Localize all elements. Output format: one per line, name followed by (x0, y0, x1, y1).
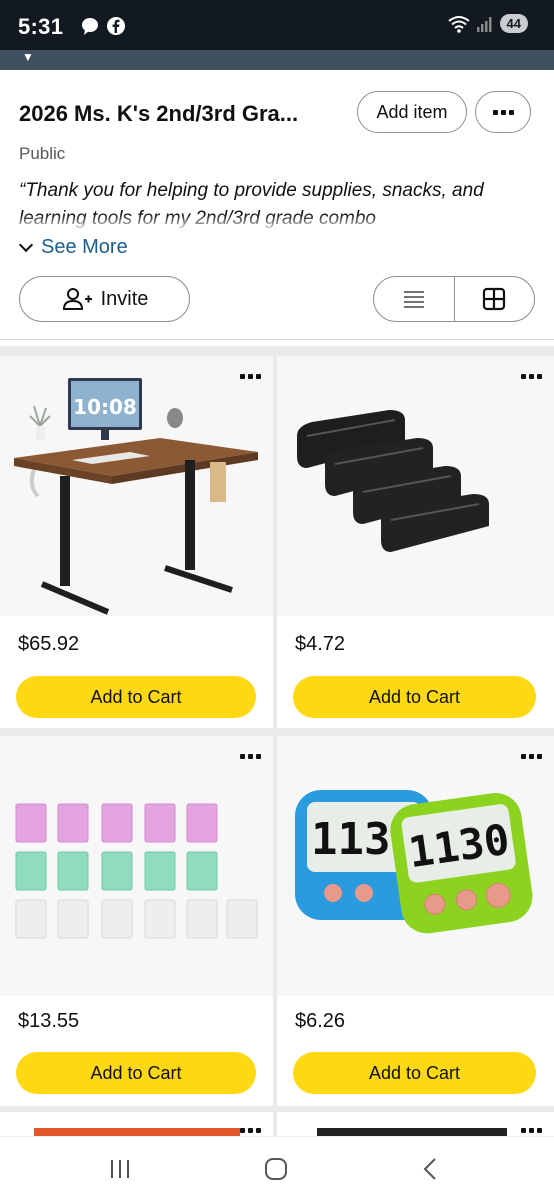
list-view-icon (403, 291, 424, 308)
home-icon (265, 1158, 287, 1180)
add-to-cart-button[interactable]: Add to Cart (293, 676, 536, 718)
invite-label: Invite (100, 287, 149, 310)
add-to-cart-button[interactable]: Add to Cart (16, 1052, 256, 1094)
more-options-icon (492, 109, 514, 115)
product-card[interactable]: $4.72 Add to Cart (277, 356, 554, 728)
product-image-standing-desk[interactable]: 10:08 (0, 356, 273, 616)
product-image-digital-timers[interactable]: 1130 1130 (277, 736, 554, 996)
product-image-pencil-boxes[interactable] (0, 736, 273, 996)
product-price: $13.55 (18, 1010, 80, 1032)
product-more-icon[interactable] (240, 754, 261, 759)
product-more-icon[interactable] (521, 754, 542, 759)
status-time: 5:31 (18, 14, 64, 39)
product-more-icon[interactable] (240, 374, 261, 379)
wifi-icon (447, 15, 470, 33)
see-more-link[interactable]: See More (18, 236, 128, 259)
chevron-down-icon (18, 237, 34, 252)
invite-button[interactable]: Invite (19, 276, 190, 322)
section-divider (0, 339, 554, 340)
product-price: $65.92 (18, 633, 80, 655)
product-more-icon[interactable] (240, 1128, 261, 1133)
notification-icons (80, 16, 126, 36)
recent-apps-icon (111, 1160, 129, 1178)
product-price: $4.72 (295, 633, 346, 655)
view-toggle (373, 276, 535, 322)
header-strip: ▼ (0, 50, 554, 70)
signal-icon (476, 16, 492, 32)
product-image-whiteboard-erasers[interactable] (277, 356, 554, 616)
product-card[interactable]: 1130 1130 $6.26 Add to Cart (277, 736, 554, 1106)
description-fade (0, 214, 554, 232)
grid-view-button[interactable] (453, 277, 535, 321)
product-card-partial[interactable] (277, 1112, 554, 1136)
product-more-icon[interactable] (521, 1128, 542, 1133)
product-more-icon[interactable] (521, 374, 542, 379)
standing-desk-illustration: 10:08 (0, 356, 273, 616)
partial-product-image (34, 1128, 240, 1136)
desk-monitor-clock: 10:08 (73, 395, 137, 419)
system-icons: 44 (447, 14, 528, 33)
back-button[interactable] (400, 1149, 460, 1189)
partial-product-image (317, 1128, 507, 1136)
facebook-icon (107, 17, 125, 35)
pencil-boxes-illustration (0, 736, 273, 996)
erasers-illustration (277, 356, 554, 616)
add-to-cart-button[interactable]: Add to Cart (293, 1052, 536, 1094)
list-view-button[interactable] (374, 277, 454, 321)
product-card[interactable]: 10:08 $65.92 Add to Cart (0, 356, 273, 728)
product-card-partial[interactable] (0, 1112, 273, 1136)
product-card[interactable]: $13.55 Add to Cart (0, 736, 273, 1106)
recent-apps-button[interactable] (90, 1149, 150, 1189)
add-item-button[interactable]: Add item (357, 91, 467, 133)
chat-bubble-icon (82, 18, 98, 35)
system-nav-bar (0, 1136, 554, 1200)
collapse-caret-icon[interactable]: ▼ (22, 50, 34, 64)
list-privacy: Public (19, 144, 66, 163)
battery-indicator: 44 (499, 14, 528, 33)
back-icon (423, 1158, 436, 1180)
status-bar: 5:31 44 (0, 0, 554, 50)
timers-illustration: 1130 1130 (277, 736, 554, 996)
see-more-label: See More (41, 236, 128, 258)
product-price: $6.26 (295, 1010, 346, 1032)
add-to-cart-button[interactable]: Add to Cart (16, 676, 256, 718)
list-more-button[interactable] (475, 91, 531, 133)
home-button[interactable] (246, 1149, 306, 1189)
grid-view-icon (483, 287, 506, 311)
list-title: 2026 Ms. K's 2nd/3rd Gra... (19, 101, 299, 126)
add-person-icon (62, 288, 92, 310)
